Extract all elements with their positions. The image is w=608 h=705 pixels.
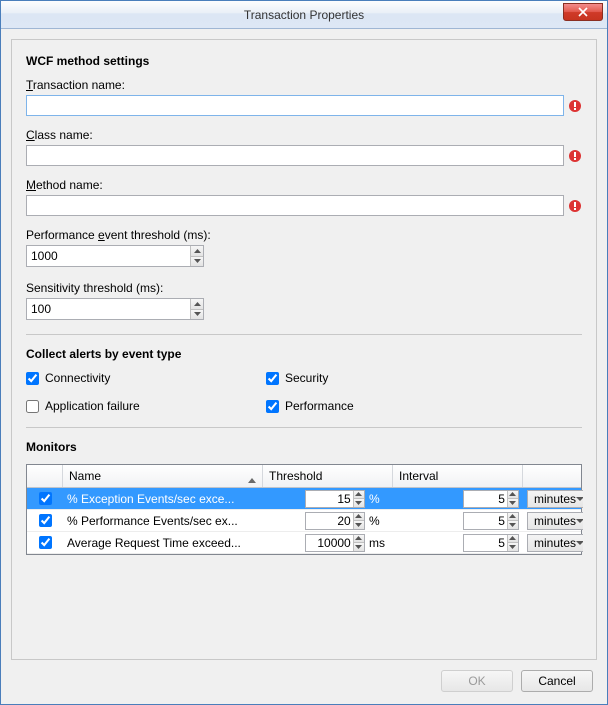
interval-spinner[interactable] (463, 512, 519, 530)
monitors-table: Name Threshold Interval % Exception Even… (26, 464, 582, 555)
spinner-up-icon[interactable] (508, 491, 518, 500)
spinner-down-icon[interactable] (354, 521, 364, 529)
monitor-enable-checkbox[interactable] (39, 514, 52, 527)
spinner-up-icon[interactable] (354, 513, 364, 522)
method-name-label: Method name: (26, 178, 582, 192)
table-row[interactable]: Average Request Time exceed... ms minutes (27, 532, 581, 554)
col-checkbox[interactable] (27, 465, 63, 487)
titlebar[interactable]: Transaction Properties (1, 1, 607, 29)
class-name-label: Class name: (26, 128, 582, 142)
threshold-input[interactable] (306, 513, 353, 529)
app-failure-label: Application failure (45, 399, 140, 413)
perf-threshold-label: Performance event threshold (ms): (26, 228, 582, 242)
monitor-enable-checkbox[interactable] (39, 536, 52, 549)
spinner-down-icon[interactable] (191, 257, 203, 267)
wcf-heading: WCF method settings (26, 54, 582, 68)
monitors-heading: Monitors (26, 440, 582, 454)
cancel-button[interactable]: Cancel (521, 670, 593, 692)
dialog-body: WCF method settings Transaction name: Cl… (1, 29, 607, 704)
threshold-unit: % (369, 514, 389, 528)
spinner-down-icon[interactable] (354, 543, 364, 551)
monitor-name: Average Request Time exceed... (63, 532, 263, 553)
performance-chk-input[interactable] (266, 400, 279, 413)
security-chk-input[interactable] (266, 372, 279, 385)
threshold-spinner[interactable] (305, 534, 365, 552)
interval-unit-select[interactable]: minutes (527, 512, 583, 530)
transaction-name-input[interactable] (26, 95, 564, 116)
spinner-up-icon[interactable] (354, 491, 364, 500)
close-button[interactable] (563, 3, 603, 21)
col-name[interactable]: Name (63, 465, 263, 487)
sensitivity-spinner[interactable] (26, 298, 204, 320)
perf-threshold-input[interactable] (27, 246, 190, 266)
connectivity-label: Connectivity (45, 371, 110, 385)
performance-label: Performance (285, 399, 354, 413)
ok-button[interactable]: OK (441, 670, 513, 692)
col-interval[interactable]: Interval (393, 465, 523, 487)
sort-asc-icon (248, 472, 256, 486)
interval-input[interactable] (464, 513, 507, 529)
error-icon (568, 99, 582, 113)
col-unit[interactable] (523, 465, 583, 487)
class-name-input[interactable] (26, 145, 564, 166)
spinner-up-icon[interactable] (191, 246, 203, 257)
security-label: Security (285, 371, 328, 385)
sensitivity-input[interactable] (27, 299, 190, 319)
col-threshold[interactable]: Threshold (263, 465, 393, 487)
threshold-spinner[interactable] (305, 490, 365, 508)
spinner-down-icon[interactable] (191, 310, 203, 320)
threshold-unit: ms (369, 536, 389, 550)
app-failure-chk-input[interactable] (26, 400, 39, 413)
error-icon (568, 149, 582, 163)
threshold-input[interactable] (306, 491, 353, 507)
interval-unit-select[interactable]: minutes (527, 490, 583, 508)
interval-unit-select[interactable]: minutes (527, 534, 583, 552)
spinner-down-icon[interactable] (508, 543, 518, 551)
threshold-unit: % (369, 492, 389, 506)
spinner-up-icon[interactable] (354, 535, 364, 544)
monitor-enable-checkbox[interactable] (39, 492, 52, 505)
dialog-footer: OK Cancel (11, 660, 597, 694)
transaction-name-label: Transaction name: (26, 78, 582, 92)
spinner-down-icon[interactable] (508, 521, 518, 529)
spinner-down-icon[interactable] (354, 499, 364, 507)
table-row[interactable]: % Performance Events/sec ex...% minutes (27, 510, 581, 532)
connectivity-checkbox[interactable]: Connectivity (26, 371, 266, 385)
monitors-header[interactable]: Name Threshold Interval (27, 465, 581, 488)
separator (26, 334, 582, 335)
performance-checkbox[interactable]: Performance (266, 399, 582, 413)
inner-panel: WCF method settings Transaction name: Cl… (11, 39, 597, 660)
spinner-up-icon[interactable] (191, 299, 203, 310)
spinner-down-icon[interactable] (508, 499, 518, 507)
error-icon (568, 199, 582, 213)
table-row[interactable]: % Exception Events/sec exce...% minutes (27, 488, 581, 510)
window-title: Transaction Properties (1, 8, 607, 22)
interval-spinner[interactable] (463, 490, 519, 508)
interval-input[interactable] (464, 491, 507, 507)
spinner-up-icon[interactable] (508, 535, 518, 544)
monitor-name: % Exception Events/sec exce... (63, 488, 263, 509)
monitor-name: % Performance Events/sec ex... (63, 510, 263, 531)
threshold-spinner[interactable] (305, 512, 365, 530)
close-icon (578, 7, 588, 17)
method-name-input[interactable] (26, 195, 564, 216)
interval-spinner[interactable] (463, 534, 519, 552)
connectivity-chk-input[interactable] (26, 372, 39, 385)
security-checkbox[interactable]: Security (266, 371, 582, 385)
interval-input[interactable] (464, 535, 507, 551)
alerts-heading: Collect alerts by event type (26, 347, 582, 361)
threshold-input[interactable] (306, 535, 353, 551)
sensitivity-label: Sensitivity threshold (ms): (26, 281, 582, 295)
spinner-up-icon[interactable] (508, 513, 518, 522)
app-failure-checkbox[interactable]: Application failure (26, 399, 266, 413)
separator (26, 427, 582, 428)
perf-threshold-spinner[interactable] (26, 245, 204, 267)
